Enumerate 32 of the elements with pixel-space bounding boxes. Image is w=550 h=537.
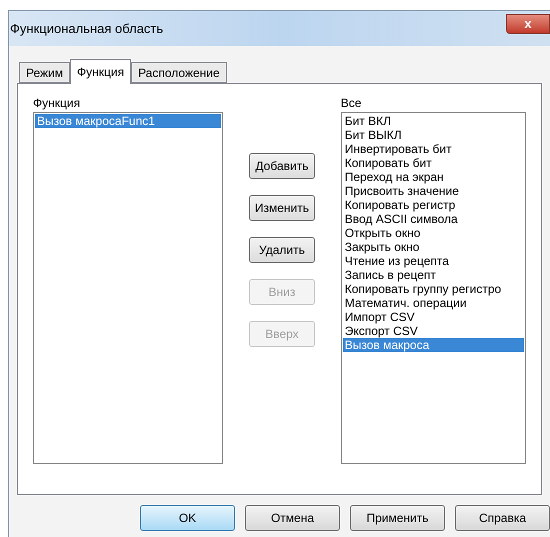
- list-label: Функция: [33, 96, 82, 110]
- list-item[interactable]: Копировать бит: [342, 156, 524, 170]
- list-item[interactable]: Копировать группу регистро: [342, 282, 524, 296]
- list-item[interactable]: Импорт CSV: [342, 310, 524, 324]
- list-item[interactable]: Чтение из рецепта: [342, 254, 524, 268]
- tab[interactable]: Расположение: [131, 62, 227, 83]
- list-item[interactable]: Закрыть окно: [342, 240, 524, 254]
- list-item[interactable]: Запись в рецепт: [342, 268, 524, 282]
- list-item[interactable]: Присвоить значение: [342, 184, 524, 198]
- close-button[interactable]: x: [506, 14, 550, 34]
- list-item[interactable]: Копировать регистр: [342, 198, 524, 212]
- list-item[interactable]: Переход на экран: [342, 170, 524, 184]
- list-item[interactable]: Экспорт CSV: [342, 324, 524, 338]
- list-item[interactable]: Открыть окно: [342, 226, 524, 240]
- list-item[interactable]: Бит ВКЛ: [342, 114, 524, 128]
- window-title: Функциональная область: [10, 20, 164, 38]
- list-item[interactable]: Инвертировать бит: [342, 142, 524, 156]
- list-label: Все: [340, 96, 362, 110]
- list-item[interactable]: Ввод ASCII символа: [342, 212, 524, 226]
- action-button[interactable]: Изменить: [248, 195, 315, 221]
- list-item[interactable]: Вызов макроса: [342, 338, 524, 352]
- list-item[interactable]: Бит ВЫКЛ: [342, 128, 524, 142]
- action-button[interactable]: Добавить: [248, 153, 315, 179]
- tab[interactable]: Функция: [70, 59, 132, 84]
- list-item[interactable]: Вызов макросаFunc1: [35, 114, 222, 128]
- tab[interactable]: Режим: [19, 62, 70, 83]
- list-item[interactable]: Математич. операции: [342, 296, 524, 310]
- dialog-button[interactable]: OK: [140, 505, 235, 531]
- action-button[interactable]: Удалить: [248, 237, 315, 263]
- dialog-button[interactable]: Применить: [350, 505, 445, 531]
- dialog-button[interactable]: Отмена: [245, 505, 340, 531]
- dialog-button[interactable]: Справка: [455, 505, 550, 531]
